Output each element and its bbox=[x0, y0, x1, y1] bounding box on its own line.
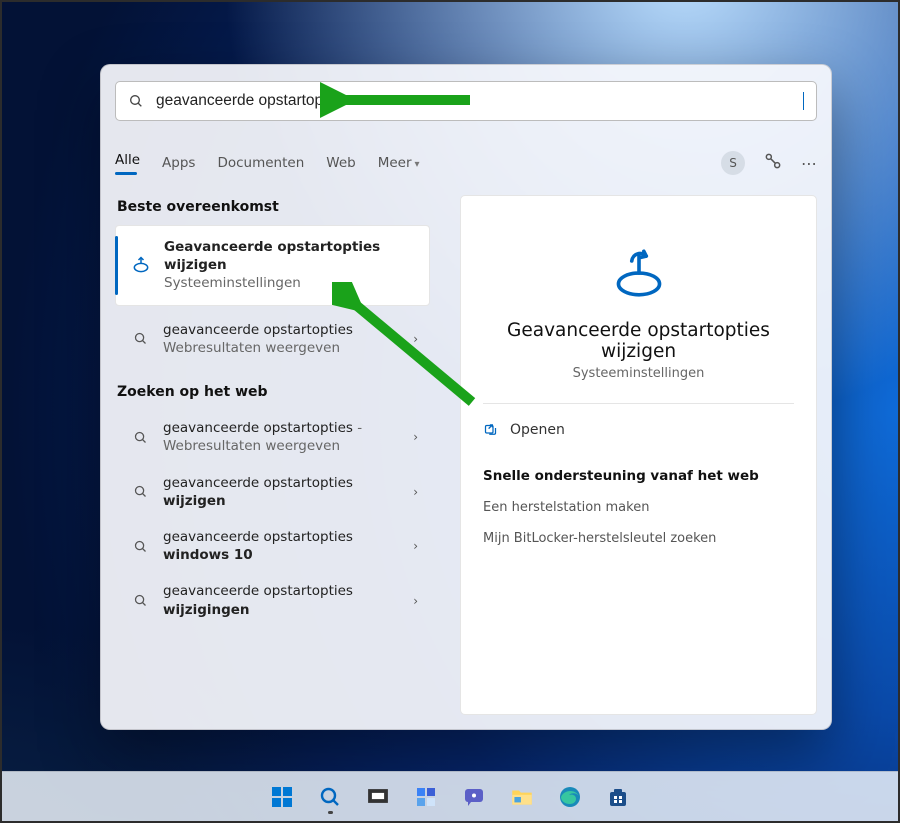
result-title: Geavanceerde opstartopties wijzigen bbox=[164, 238, 419, 274]
result-text: geavanceerde opstartopties bbox=[163, 583, 353, 599]
web-result[interactable]: geavanceerde opstartopties windows 10 › bbox=[115, 519, 430, 573]
result-text: geavanceerde opstartopties bbox=[163, 420, 353, 436]
detail-subtitle: Systeeminstellingen bbox=[483, 366, 794, 381]
result-bold: wijzigen bbox=[163, 493, 226, 509]
search-icon bbox=[129, 593, 151, 608]
open-label: Openen bbox=[510, 422, 565, 438]
result-suggest[interactable]: geavanceerde opstartopties Webresultaten… bbox=[115, 312, 430, 366]
web-result[interactable]: geavanceerde opstartopties wijzigingen › bbox=[115, 573, 430, 627]
tab-all[interactable]: Alle bbox=[115, 152, 140, 175]
open-external-icon bbox=[483, 423, 498, 438]
more-options-icon[interactable]: ⋯ bbox=[801, 154, 817, 173]
search-icon bbox=[128, 93, 144, 109]
search-window: Alle Apps Documenten Web Meer▾ S ⋯ Beste… bbox=[100, 64, 832, 730]
section-best-match: Beste overeenkomst bbox=[117, 199, 430, 215]
chat[interactable] bbox=[454, 777, 494, 817]
open-action[interactable]: Openen bbox=[483, 418, 794, 442]
search-input[interactable] bbox=[156, 92, 805, 110]
quick-link-recovery-drive[interactable]: Een herstelstation maken bbox=[483, 500, 794, 515]
org-sync-icon[interactable] bbox=[763, 151, 783, 175]
tab-more[interactable]: Meer▾ bbox=[378, 155, 420, 171]
filter-tabs: Alle Apps Documenten Web Meer▾ S ⋯ bbox=[115, 147, 817, 179]
widgets[interactable] bbox=[406, 777, 446, 817]
chevron-right-icon[interactable]: › bbox=[413, 430, 420, 444]
tab-web[interactable]: Web bbox=[326, 155, 355, 171]
chevron-right-icon[interactable]: › bbox=[413, 539, 420, 553]
result-bold: wijzigingen bbox=[163, 602, 250, 618]
search-icon bbox=[129, 539, 151, 554]
chevron-right-icon[interactable]: › bbox=[413, 594, 420, 608]
tab-apps[interactable]: Apps bbox=[162, 155, 195, 171]
search-icon bbox=[129, 331, 151, 346]
web-result[interactable]: geavanceerde opstartopties wijzigen › bbox=[115, 465, 430, 519]
section-web-search: Zoeken op het web bbox=[117, 384, 430, 400]
edge-browser[interactable] bbox=[550, 777, 590, 817]
task-view[interactable] bbox=[358, 777, 398, 817]
web-result[interactable]: geavanceerde opstartopties - Webresultat… bbox=[115, 410, 430, 464]
chevron-right-icon[interactable]: › bbox=[413, 485, 420, 499]
taskbar-search[interactable] bbox=[310, 777, 350, 817]
chevron-right-icon[interactable]: › bbox=[413, 332, 420, 346]
detail-panel: Geavanceerde opstartopties wijzigen Syst… bbox=[460, 195, 817, 715]
start-button[interactable] bbox=[262, 777, 302, 817]
recovery-icon bbox=[130, 255, 152, 275]
result-text: geavanceerde opstartopties bbox=[163, 529, 353, 545]
chevron-down-icon: ▾ bbox=[415, 159, 420, 170]
account-avatar[interactable]: S bbox=[721, 151, 745, 175]
result-bold: windows 10 bbox=[163, 547, 253, 563]
result-best-match[interactable]: Geavanceerde opstartopties wijzigen Syst… bbox=[115, 225, 430, 306]
search-icon bbox=[129, 430, 151, 445]
result-subtitle: Webresultaten weergeven bbox=[163, 339, 413, 357]
search-icon bbox=[129, 484, 151, 499]
text-caret bbox=[803, 92, 804, 110]
divider bbox=[483, 403, 794, 404]
file-explorer[interactable] bbox=[502, 777, 542, 817]
results-column: Beste overeenkomst Geavanceerde opstarto… bbox=[115, 195, 430, 715]
search-bar[interactable] bbox=[115, 81, 817, 121]
detail-title: Geavanceerde opstartopties wijzigen bbox=[483, 320, 794, 362]
quick-link-bitlocker[interactable]: Mijn BitLocker-herstelsleutel zoeken bbox=[483, 531, 794, 546]
result-title: geavanceerde opstartopties bbox=[163, 321, 413, 339]
detail-recovery-icon bbox=[483, 244, 794, 302]
quick-support-heading: Snelle ondersteuning vanaf het web bbox=[483, 468, 794, 484]
result-subtitle: Systeeminstellingen bbox=[164, 274, 419, 292]
taskbar bbox=[2, 771, 898, 821]
tab-documents[interactable]: Documenten bbox=[217, 155, 304, 171]
microsoft-store[interactable] bbox=[598, 777, 638, 817]
result-text: geavanceerde opstartopties bbox=[163, 475, 353, 491]
